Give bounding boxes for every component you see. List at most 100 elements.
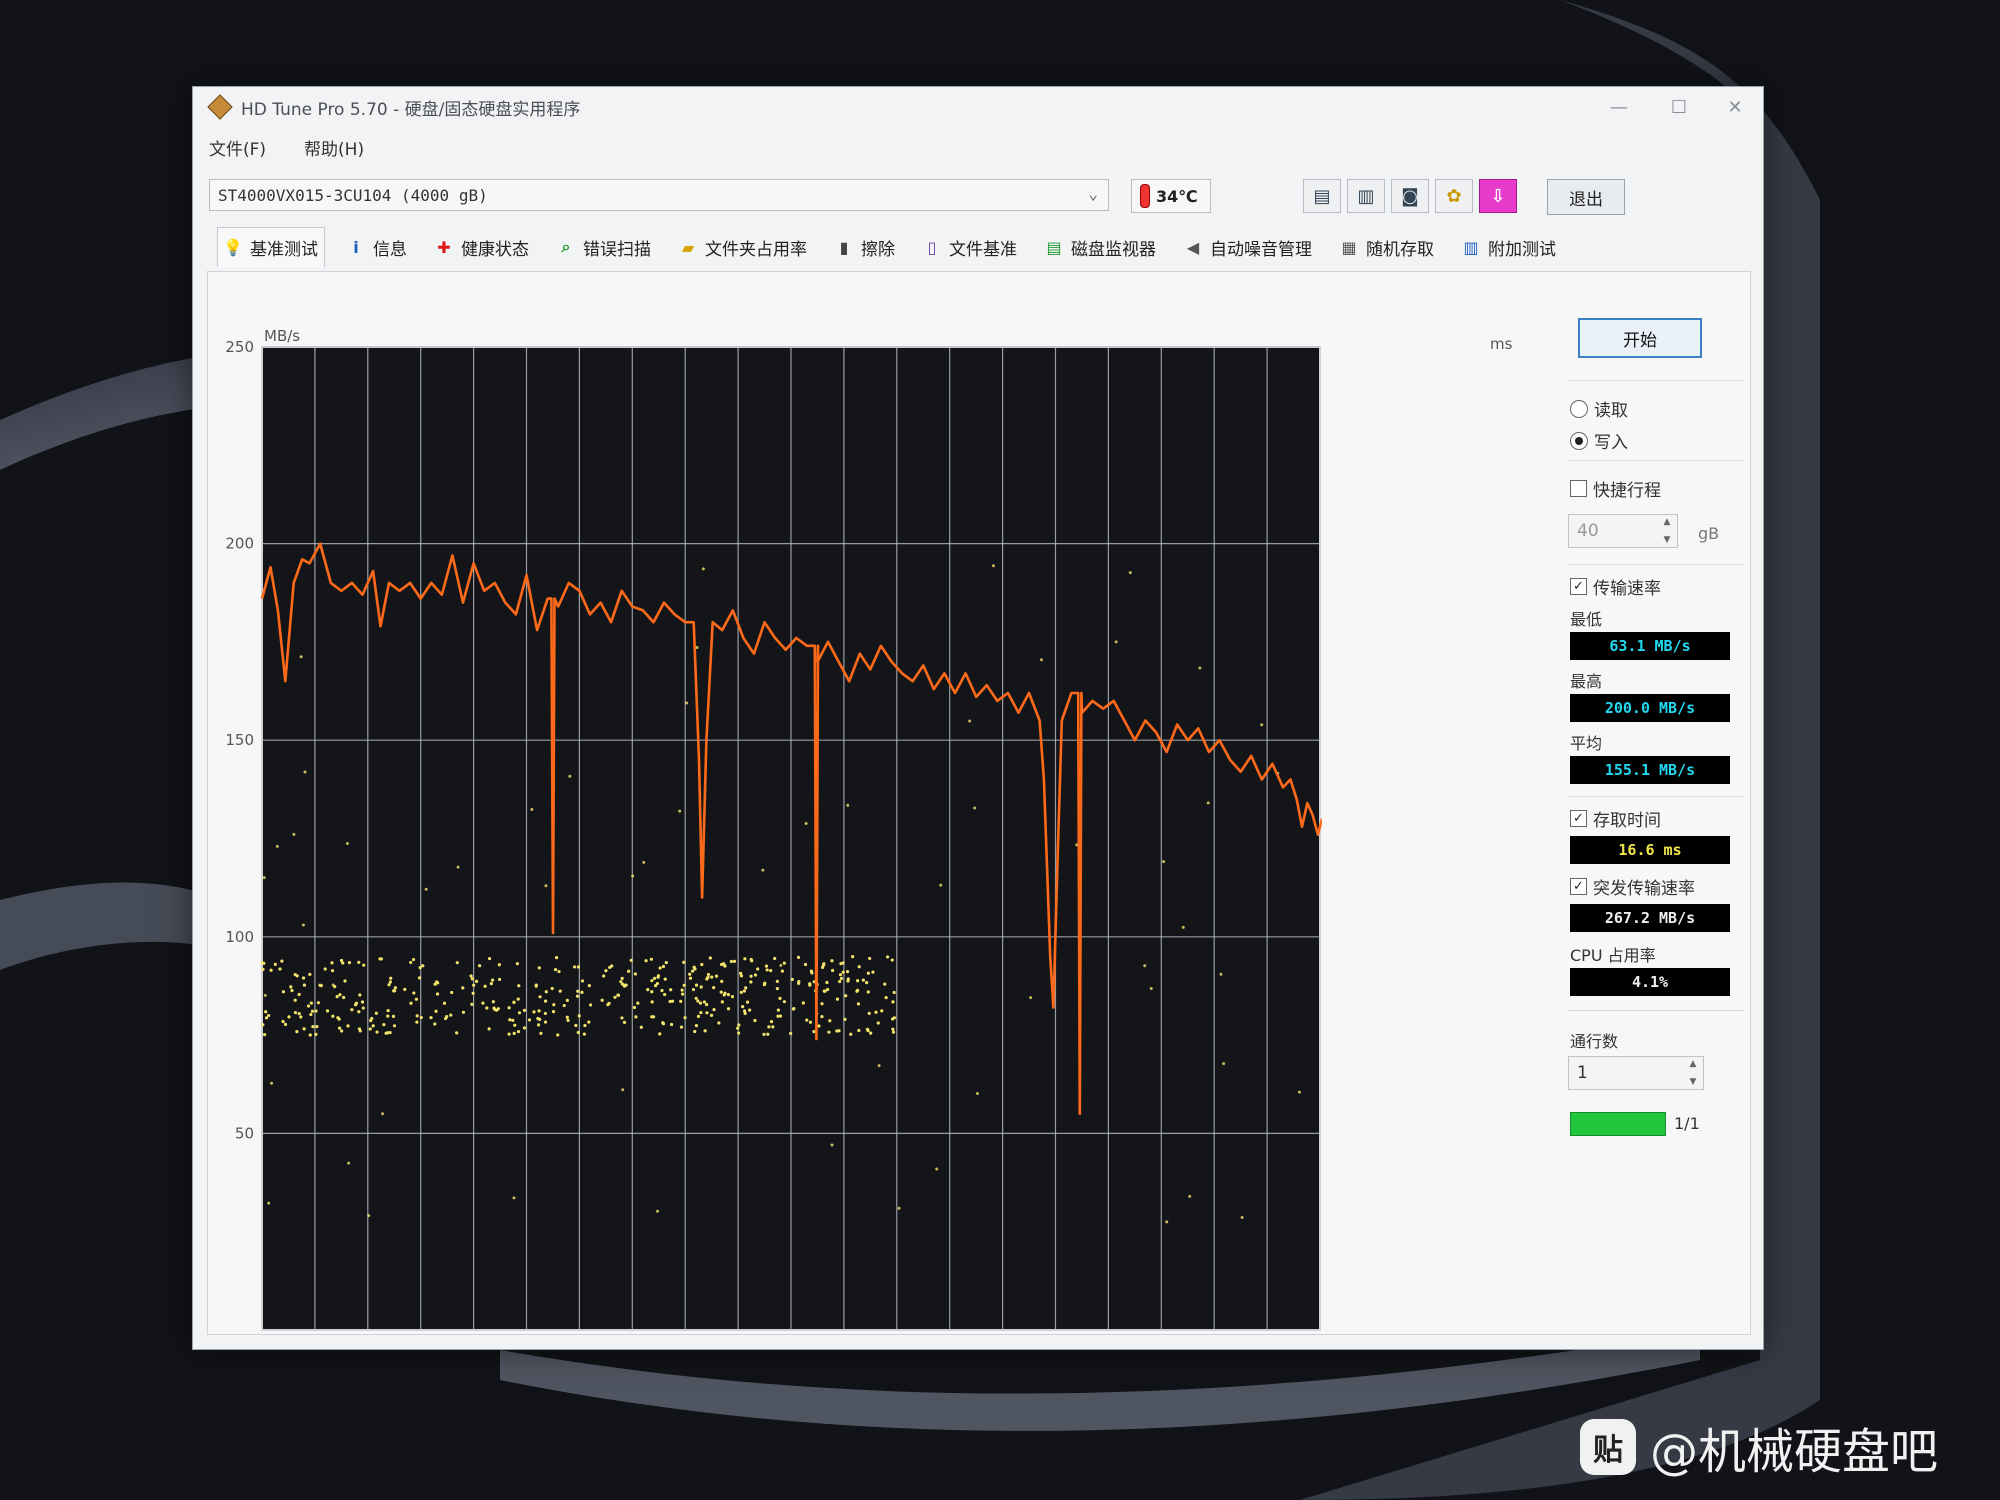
- left-tick-label: 200: [225, 535, 254, 553]
- download-button[interactable]: ⇩: [1479, 179, 1517, 213]
- passes-input[interactable]: 1 ▲ ▼: [1568, 1056, 1704, 1090]
- folder-icon: ▰: [681, 237, 695, 257]
- access-time-point: [323, 967, 327, 971]
- access-time-point: [680, 988, 684, 992]
- access-time-point: [490, 978, 495, 982]
- access-time-point: [283, 1022, 288, 1027]
- write-radio[interactable]: 写入: [1570, 428, 1628, 453]
- tab-4[interactable]: ▰ 文件夹占用率: [673, 227, 813, 267]
- access-time-point: [669, 988, 673, 992]
- tab-7[interactable]: ▤ 磁盘监视器: [1039, 227, 1162, 267]
- access-time-point: [706, 972, 711, 977]
- access-time-point: [856, 979, 860, 983]
- access-time-outlier: [830, 1143, 834, 1147]
- access-time-outlier: [846, 803, 850, 807]
- access-time-point: [821, 965, 825, 969]
- access-time-label: 存取时间: [1593, 811, 1661, 831]
- screenshot-button[interactable]: ◙: [1391, 179, 1429, 213]
- access-time-point: [330, 969, 335, 973]
- checkbox-checked: ✓: [1570, 578, 1587, 595]
- access-time-point: [884, 996, 888, 1000]
- access-time-point: [577, 1014, 581, 1018]
- access-time-point: [393, 986, 397, 990]
- access-time-point: [556, 1033, 560, 1037]
- short-stroke-label: 快捷行程: [1593, 481, 1661, 501]
- access-time-point: [661, 1021, 665, 1025]
- tab-10[interactable]: ▥ 附加测试: [1456, 227, 1562, 267]
- start-button[interactable]: 开始: [1578, 318, 1702, 358]
- access-time-point: [796, 955, 801, 959]
- maximize-button[interactable]: ☐: [1655, 93, 1703, 121]
- menu-file[interactable]: 文件(F): [205, 133, 270, 161]
- access-time-outlier: [991, 564, 995, 568]
- spinner-arrows-icon[interactable]: ▲ ▼: [1685, 1059, 1701, 1087]
- access-time-point: [782, 1000, 787, 1004]
- menu-help[interactable]: 帮助(H): [300, 133, 368, 161]
- access-time-outlier: [1297, 1090, 1301, 1094]
- access-time-point: [749, 957, 753, 962]
- minimize-button[interactable]: —: [1595, 93, 1643, 121]
- access-time-outlier: [1114, 640, 1118, 644]
- spinner-arrows-icon[interactable]: ▲ ▼: [1659, 517, 1675, 545]
- access-time-point: [497, 963, 501, 967]
- short-stroke-checkbox[interactable]: 快捷行程: [1570, 476, 1661, 501]
- avg-label: 平均: [1570, 734, 1603, 753]
- copy-all-button[interactable]: ▥: [1347, 179, 1385, 213]
- options-button[interactable]: ✿: [1435, 179, 1473, 213]
- exit-button[interactable]: 退出: [1547, 179, 1625, 215]
- access-time-point: [650, 1000, 654, 1004]
- access-time-point: [587, 984, 591, 988]
- tab-label: 文件夹占用率: [705, 239, 807, 260]
- tab-9[interactable]: ▦ 随机存取: [1334, 227, 1440, 267]
- tab-5[interactable]: ▮ 擦除: [829, 227, 901, 267]
- access-time-point: [650, 979, 654, 983]
- tab-0[interactable]: 💡 基准测试: [217, 227, 325, 267]
- access-time-outlier: [345, 841, 349, 845]
- access-time-point: [822, 989, 826, 993]
- access-time-point: [857, 1028, 861, 1033]
- access-time-point: [470, 977, 474, 981]
- access-time-outlier: [1039, 658, 1043, 662]
- access-time-point: [515, 962, 519, 966]
- access-time-point: [566, 1018, 570, 1022]
- access-time-point: [538, 995, 542, 999]
- drive-select[interactable]: ST4000VX015-3CU104 (4000 gB) ⌄: [209, 179, 1109, 211]
- access-time-outlier: [1198, 666, 1202, 670]
- access-time-point: [693, 1029, 697, 1034]
- access-time-point: [350, 1008, 354, 1012]
- access-time-point: [293, 1010, 298, 1015]
- radio-dot-selected: [1570, 431, 1588, 450]
- close-button[interactable]: ✕: [1711, 93, 1759, 121]
- access-time-point: [710, 975, 714, 979]
- access-time-outlier: [530, 808, 534, 812]
- tab-6[interactable]: ▯ 文件基准: [917, 227, 1023, 267]
- access-time-point: [347, 961, 352, 965]
- tab-1[interactable]: i 信息: [341, 227, 413, 267]
- access-time-point: [477, 964, 482, 968]
- copy-info-button[interactable]: ▤: [1303, 179, 1341, 213]
- access-time-point: [392, 989, 396, 993]
- read-label: 读取: [1594, 401, 1628, 421]
- short-stroke-input[interactable]: 40 ▲ ▼: [1568, 514, 1678, 548]
- access-time-point: [691, 987, 696, 992]
- access-time-checkbox[interactable]: ✓ 存取时间: [1570, 806, 1661, 831]
- access-time-point: [565, 998, 569, 1002]
- access-time-point: [314, 1032, 318, 1036]
- access-time-point: [281, 990, 285, 994]
- access-time-point: [537, 966, 541, 970]
- access-time-point: [857, 965, 861, 969]
- tab-2[interactable]: ✚ 健康状态: [429, 227, 535, 267]
- tab-8[interactable]: ◀ 自动噪音管理: [1178, 227, 1318, 267]
- access-time-point: [744, 986, 748, 990]
- transfer-rate-checkbox[interactable]: ✓ 传输速率: [1570, 574, 1661, 599]
- access-time-point: [387, 983, 391, 987]
- access-time-point: [302, 1027, 306, 1031]
- access-time-point: [587, 1020, 591, 1024]
- tab-3[interactable]: ⌕ 错误扫描: [551, 227, 657, 267]
- checkbox-box: [1570, 480, 1587, 497]
- access-time-point: [392, 1024, 397, 1028]
- read-radio[interactable]: 读取: [1570, 396, 1628, 421]
- burst-rate-checkbox[interactable]: ✓ 突发传输速率: [1570, 874, 1695, 899]
- access-time-point: [261, 967, 265, 971]
- access-time-point: [714, 974, 719, 978]
